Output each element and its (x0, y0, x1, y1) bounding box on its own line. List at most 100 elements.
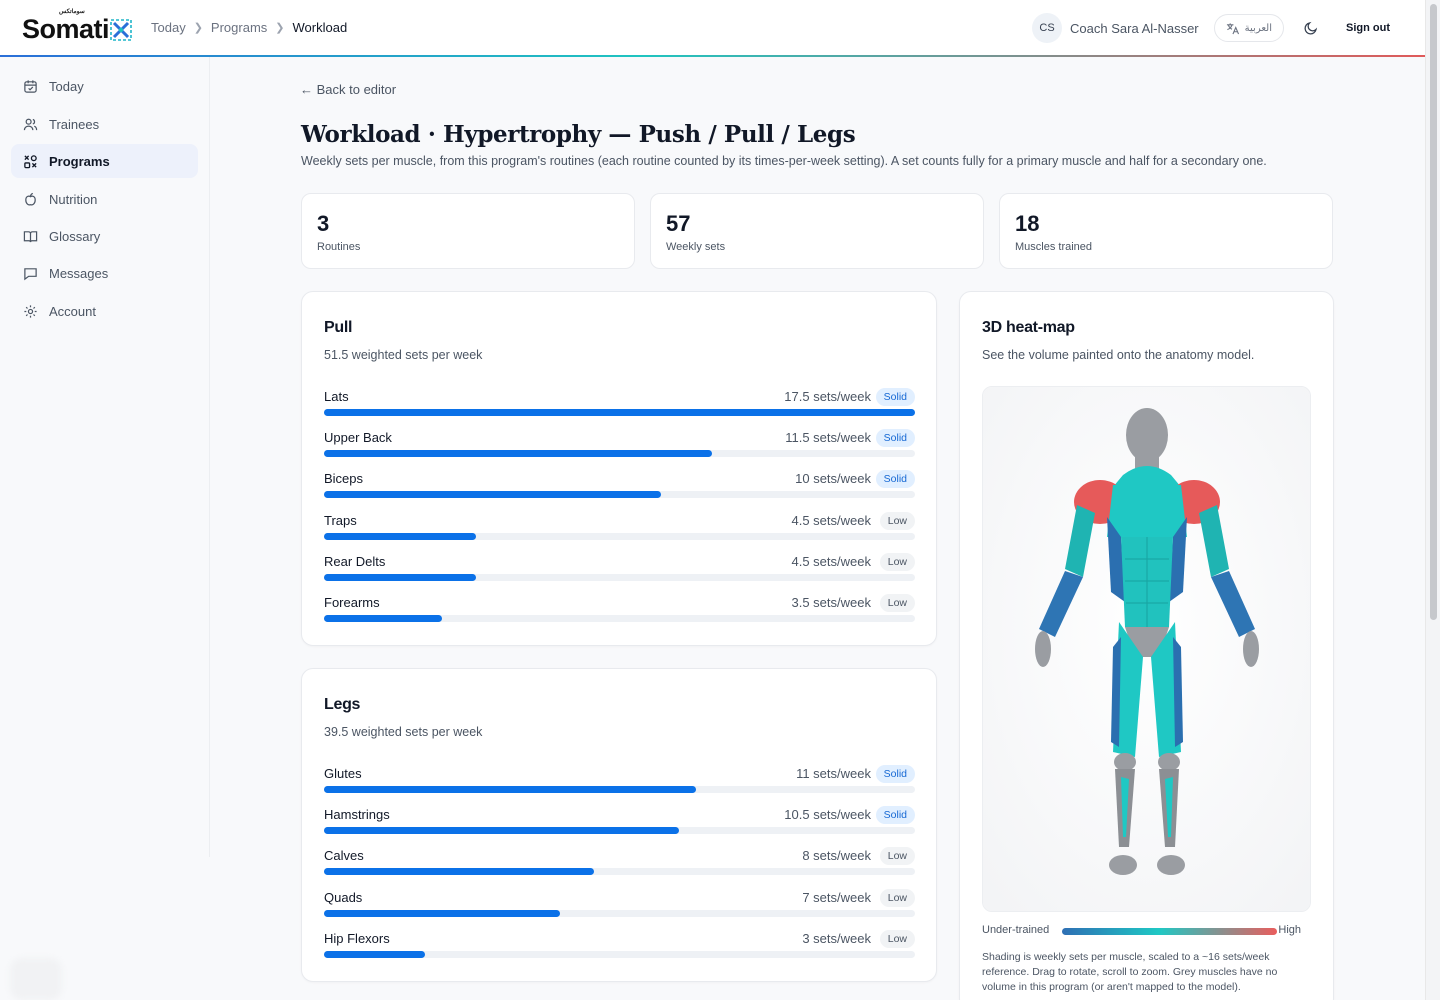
legend-gradient-bar (1062, 928, 1277, 935)
page-subtitle: Weekly sets per muscle, from this progra… (301, 154, 1267, 168)
muscle-sets: 4.5 sets/week (791, 553, 872, 569)
scrollbar-thumb[interactable] (1430, 4, 1437, 620)
stat-label: Weekly sets (666, 241, 726, 253)
status-badge: Low (879, 888, 915, 907)
muscle-row: Hip Flexors 3 sets/week Low (324, 929, 915, 961)
status-badge: Low (879, 552, 915, 571)
theme-toggle-button[interactable] (1301, 18, 1321, 38)
muscle-sets: 8 sets/week (802, 848, 871, 864)
top-bar: سوماتكس Somati Today ❯ Programs ❯ Worklo… (0, 0, 1425, 57)
muscle-sets: 3.5 sets/week (791, 595, 872, 610)
programs-icon (24, 154, 37, 168)
muscle-sets: 7 sets/week (802, 889, 871, 905)
stat-card-routines: 3 Routines (301, 193, 635, 269)
muscle-name: Hip Flexors (324, 930, 390, 946)
sidebar-item-account[interactable]: Account (11, 294, 198, 328)
heatmap-card: 3D heat-map See the volume painted onto … (959, 291, 1334, 1000)
muscle-group-card-pull: Pull 51.5 weighted sets per week Lats 17.… (301, 291, 937, 646)
breadcrumb-today[interactable]: Today (151, 20, 186, 35)
status-badge: Solid (875, 388, 915, 406)
sidebar: Today Trainees Programs Nutrition Glossa… (0, 57, 210, 857)
muscle-row: Biceps 10 sets/week Solid (324, 470, 915, 501)
page-title: Workload · Hypertrophy — Push / Pull / L… (301, 121, 856, 148)
volume-bar-track (324, 450, 915, 458)
muscle-row: Calves 8 sets/week Low (324, 847, 915, 878)
sidebar-item-label: Glossary (49, 228, 101, 244)
sidebar-item-label: Messages (49, 265, 109, 281)
volume-bar-fill (324, 827, 679, 835)
volume-bar-fill (324, 532, 476, 540)
avatar[interactable]: CS (1032, 13, 1063, 43)
sidebar-item-label: Account (49, 303, 96, 319)
group-subtitle: 39.5 weighted sets per week (324, 725, 483, 739)
message-icon (24, 267, 37, 280)
muscle-sets: 11 sets/week (796, 766, 871, 781)
chevron-right-icon: ❯ (275, 22, 285, 34)
chevron-right-icon: ❯ (193, 22, 203, 34)
volume-bar-fill (324, 491, 662, 499)
stat-label: Routines (317, 241, 361, 253)
book-icon (23, 230, 38, 242)
sidebar-item-glossary[interactable]: Glossary (11, 219, 198, 253)
sidebar-item-nutrition[interactable]: Nutrition (11, 182, 198, 216)
volume-bar-fill (324, 950, 426, 958)
volume-bar-track (324, 909, 915, 917)
legend-low-label: Under-trained (982, 924, 1050, 936)
stat-value: 57 (666, 211, 691, 236)
sidebar-item-label: Programs (49, 153, 110, 169)
muscle-sets: 11.5 sets/week (785, 430, 871, 446)
status-badge: Solid (875, 806, 915, 825)
stat-label: Muscles trained (1015, 241, 1093, 253)
legend-high-label: High (1278, 924, 1301, 936)
volume-bar-fill (324, 909, 561, 917)
calendar-icon (24, 79, 37, 93)
muscle-name: Calves (324, 848, 364, 864)
sidebar-item-messages[interactable]: Messages (11, 256, 198, 290)
language-toggle-button[interactable]: العربية (1213, 14, 1284, 42)
heatmap-title: 3D heat-map (982, 319, 1075, 336)
gear-icon (24, 304, 37, 318)
logo[interactable]: سوماتكس Somati (22, 9, 132, 44)
back-to-editor-link[interactable]: ← Back to editor (300, 82, 396, 97)
heatmap-legend: Under-trained High (982, 924, 1311, 940)
volume-bar-track (324, 868, 915, 876)
breadcrumb-programs[interactable]: Programs (211, 20, 267, 35)
sidebar-item-programs[interactable]: Programs (11, 144, 198, 178)
muscle-name: Glutes (324, 766, 362, 781)
status-badge: Low (879, 847, 915, 866)
sidebar-item-trainees[interactable]: Trainees (11, 107, 198, 141)
volume-bar-track (324, 786, 915, 793)
sign-out-button[interactable]: Sign out (1346, 22, 1390, 34)
status-badge: Solid (875, 765, 915, 783)
muscle-row: Glutes 11 sets/week Solid (324, 765, 915, 796)
translate-icon (1226, 22, 1239, 34)
apple-icon (25, 192, 36, 205)
muscle-name: Rear Delts (324, 553, 386, 569)
sidebar-item-label: Nutrition (49, 191, 98, 207)
group-subtitle: 51.5 weighted sets per week (324, 348, 483, 362)
muscle-row: Rear Delts 4.5 sets/week Low (324, 552, 915, 584)
language-label: العربية (1244, 22, 1272, 34)
stat-value: 3 (317, 211, 330, 236)
volume-bar-track (324, 409, 915, 416)
status-badge: Solid (875, 470, 915, 489)
stat-card-muscles-trained: 18 Muscles trained (999, 193, 1333, 269)
stat-value: 18 (1015, 211, 1040, 236)
sidebar-item-today[interactable]: Today (11, 69, 198, 103)
volume-bar-fill (324, 409, 915, 416)
breadcrumb-workload: Workload (292, 20, 348, 35)
anatomy-model-viewer[interactable] (982, 386, 1311, 912)
muscle-name: Lats (324, 389, 349, 404)
volume-bar-track (324, 573, 915, 581)
coach-name: Coach Sara Al-Nasser (1070, 20, 1199, 36)
muscle-row: Traps 4.5 sets/week Low (324, 511, 915, 543)
muscle-sets: 4.5 sets/week (791, 512, 872, 528)
logo-tagline: سوماتكس (59, 9, 85, 15)
page-scrollbar[interactable] (1425, 0, 1440, 1000)
volume-bar-track (324, 491, 915, 499)
volume-bar-fill (324, 450, 713, 458)
header-actions: CS Coach Sara Al-Nasser العربية Sign out (1032, 13, 1390, 43)
heatmap-subtitle: See the volume painted onto the anatomy … (982, 348, 1255, 362)
muscle-name: Quads (324, 889, 363, 905)
users-icon (23, 118, 38, 130)
